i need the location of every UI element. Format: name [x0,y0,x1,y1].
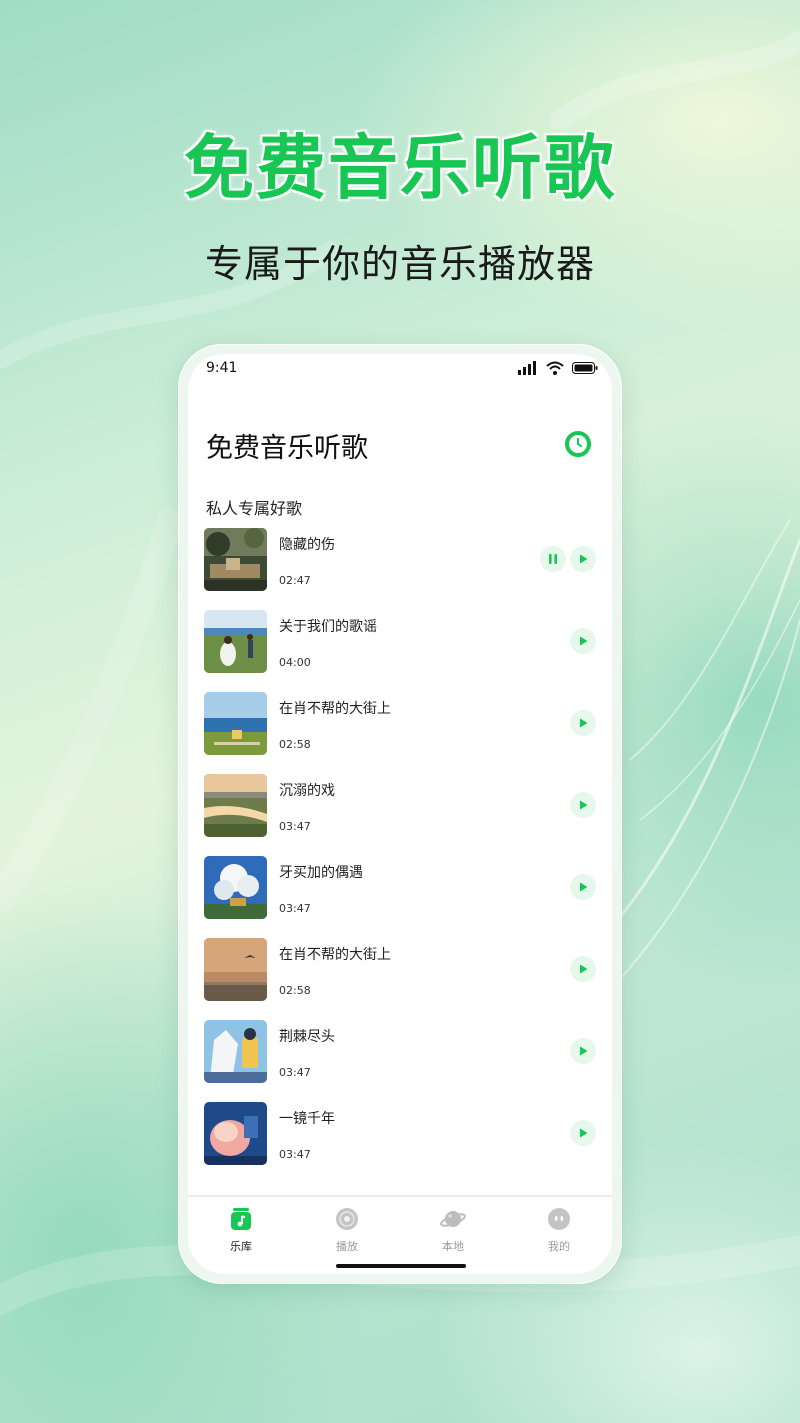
play-icon [580,636,588,646]
song-list: 隐藏的伤 02:47 关于我们的歌谣 04:00 在肖不帮的大街上 02:58 … [188,528,612,1184]
album-cover [204,1020,267,1083]
album-cover [204,1102,267,1165]
phone-screen: 9:41 免费音乐听歌 私人专属好歌 隐藏的伤 02:47 关于我们的歌谣 04… [188,354,612,1274]
song-title: 关于我们的歌谣 [279,619,377,635]
phone-mockup: 9:41 免费音乐听歌 私人专属好歌 隐藏的伤 02:47 关于我们的歌谣 04… [178,344,622,1284]
tabbar-divider [188,1195,612,1197]
tab-local[interactable]: 本地 [400,1200,506,1256]
song-title: 荆棘尽头 [279,1029,335,1045]
signal-icon [518,361,536,375]
tab-bar: 乐库 播放 本地 我的 [188,1200,612,1256]
tab-label: 播放 [336,1240,358,1253]
pause-button[interactable] [540,546,566,572]
song-duration: 02:58 [279,984,311,997]
music-library-icon [231,1208,251,1230]
tab-library[interactable]: 乐库 [188,1200,294,1256]
play-button[interactable] [570,710,596,736]
album-cover [204,692,267,755]
song-row[interactable]: 隐藏的伤 02:47 [188,528,612,610]
song-row[interactable]: 荆棘尽头 03:47 [188,1020,612,1102]
battery-icon [572,362,598,374]
page-title: 免费音乐听歌 [206,433,368,464]
song-title: 隐藏的伤 [279,537,335,553]
play-icon [580,882,588,892]
play-icon [580,1046,588,1056]
play-button[interactable] [570,792,596,818]
song-row[interactable]: 关于我们的歌谣 04:00 [188,610,612,692]
play-icon [580,1128,588,1138]
song-title: 在肖不帮的大街上 [279,701,391,717]
play-icon [580,964,588,974]
promo-subline: 专属于你的音乐播放器 [204,242,595,286]
album-cover [204,774,267,837]
song-row[interactable]: 牙买加的偶遇 03:47 [188,856,612,938]
song-duration: 04:00 [279,656,311,669]
status-icons [518,360,598,376]
play-icon [580,554,588,564]
play-button[interactable] [570,956,596,982]
tab-label: 我的 [548,1240,570,1253]
album-cover [204,610,267,673]
play-button[interactable] [570,1120,596,1146]
profile-icon [548,1208,570,1230]
album-cover [204,528,267,591]
song-title: 牙买加的偶遇 [279,865,363,881]
song-row[interactable]: 沉溺的戏 03:47 [188,774,612,856]
tab-mine[interactable]: 我的 [506,1200,612,1256]
play-button[interactable] [570,1038,596,1064]
tab-play[interactable]: 播放 [294,1200,400,1256]
song-duration: 03:47 [279,1066,311,1079]
song-row[interactable]: 在肖不帮的大街上 02:58 [188,938,612,1020]
wifi-icon [546,361,564,375]
song-row[interactable]: 一镜千年 03:47 [188,1102,612,1184]
song-duration: 03:47 [279,820,311,833]
clock-icon[interactable] [564,430,592,458]
status-time: 9:41 [206,360,238,376]
tab-label: 本地 [442,1240,464,1253]
song-title: 沉溺的戏 [279,783,335,799]
planet-icon [440,1211,466,1227]
song-title: 在肖不帮的大街上 [279,947,391,963]
home-indicator [336,1264,466,1268]
pause-icon [549,554,557,564]
play-button[interactable] [570,628,596,654]
song-duration: 03:47 [279,902,311,915]
song-title: 一镜千年 [279,1111,335,1127]
album-cover [204,856,267,919]
disc-icon [336,1208,358,1230]
play-icon [580,800,588,810]
play-button[interactable] [570,874,596,900]
play-icon [580,718,588,728]
album-cover [204,938,267,1001]
song-duration: 02:47 [279,574,311,587]
play-button[interactable] [570,546,596,572]
section-title: 私人专属好歌 [206,499,303,518]
tab-label: 乐库 [230,1240,252,1253]
song-row[interactable]: 在肖不帮的大街上 02:58 [188,692,612,774]
promo-headline: 免费音乐听歌 [184,127,616,209]
song-duration: 03:47 [279,1148,311,1161]
song-duration: 02:58 [279,738,311,751]
